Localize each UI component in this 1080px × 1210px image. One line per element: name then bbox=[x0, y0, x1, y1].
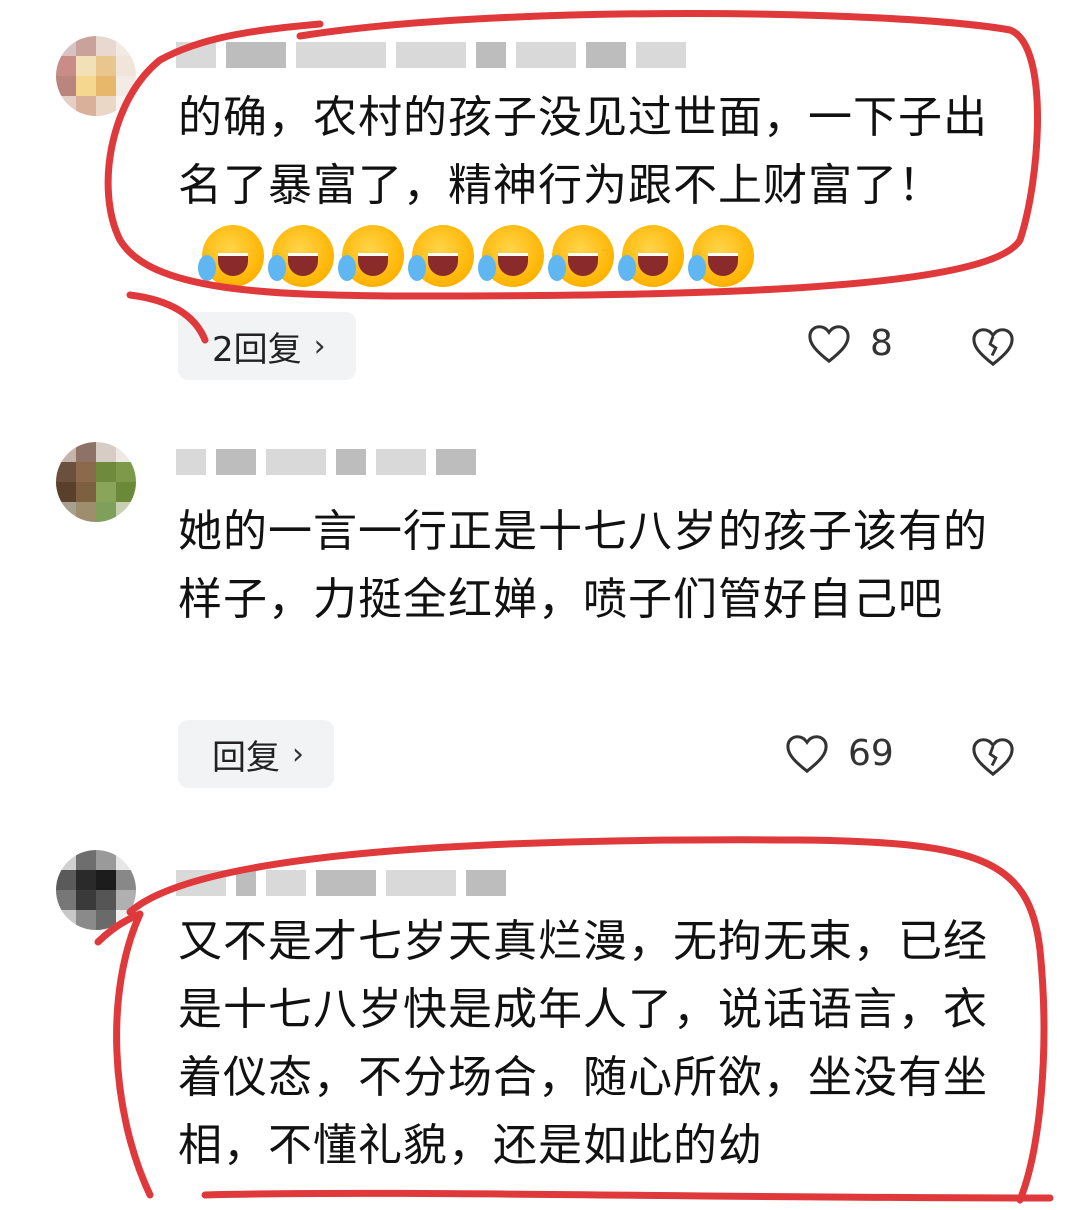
emoji-row bbox=[198, 225, 754, 287]
dislike-button[interactable] bbox=[970, 325, 1016, 371]
username-blurred[interactable] bbox=[176, 38, 686, 72]
laughing-crying-emoji-icon bbox=[338, 225, 404, 287]
laughing-crying-emoji-icon bbox=[688, 225, 754, 287]
heart-icon bbox=[808, 325, 850, 364]
chevron-right-icon: › bbox=[292, 736, 304, 772]
comment-text: 的确，农村的孩子没见过世面，一下子出名了暴富了，精神行为跟不上财富了！ bbox=[178, 84, 1008, 288]
laughing-crying-emoji-icon bbox=[478, 225, 544, 287]
reply-label: 回复 bbox=[212, 737, 280, 778]
like-button[interactable]: 8 bbox=[806, 322, 893, 364]
dislike-button[interactable] bbox=[970, 735, 1016, 781]
broken-heart-icon bbox=[972, 328, 1014, 367]
laughing-crying-emoji-icon bbox=[408, 225, 474, 287]
laughing-crying-emoji-icon bbox=[198, 225, 264, 287]
comment-text: 她的一言一行正是十七八岁的孩子该有的样子，力挺全红婵，喷子们管好自己吧 bbox=[178, 506, 988, 625]
reply-button[interactable]: 回复 › bbox=[178, 720, 334, 788]
avatar[interactable] bbox=[56, 36, 136, 116]
heart-icon bbox=[786, 735, 828, 774]
avatar[interactable] bbox=[56, 850, 136, 930]
broken-heart-icon bbox=[972, 738, 1014, 777]
view-replies-button[interactable]: 2回复 › bbox=[178, 312, 356, 380]
laughing-crying-emoji-icon bbox=[268, 225, 334, 287]
chevron-right-icon: › bbox=[313, 328, 326, 364]
username-blurred[interactable] bbox=[176, 445, 476, 479]
like-count: 8 bbox=[870, 322, 893, 364]
like-button[interactable]: 69 bbox=[784, 732, 894, 774]
like-count: 69 bbox=[848, 732, 894, 774]
laughing-crying-emoji-icon bbox=[618, 225, 684, 287]
laughing-crying-emoji-icon bbox=[548, 225, 614, 287]
username-blurred[interactable] bbox=[176, 866, 506, 900]
reply-label: 2回复 bbox=[212, 329, 302, 370]
avatar[interactable] bbox=[56, 442, 136, 522]
comment-text: 又不是才七岁天真烂漫，无拘无束，已经是十七八岁快是成年人了，说话语言，衣着仪态，… bbox=[178, 916, 988, 1171]
